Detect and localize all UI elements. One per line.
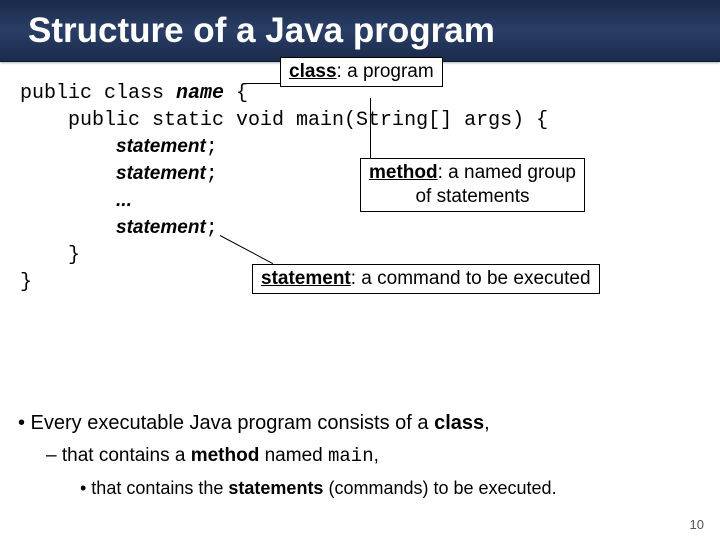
code-l4c: ; [206, 163, 218, 186]
callout-class-kw: class [289, 61, 337, 82]
callout-statement: statement: a command to be executed [252, 264, 600, 294]
code-stmt2: statement [116, 163, 206, 184]
code-l6c: ; [206, 217, 218, 240]
b2-text2: named [259, 445, 328, 466]
connector-class [246, 83, 280, 84]
callout-method-txt2: of statements [415, 186, 529, 207]
b1-comma: , [484, 412, 490, 434]
code-name: name [176, 82, 224, 105]
b3-bold: statements [228, 478, 323, 498]
code-stmt1: statement [116, 136, 206, 157]
bullet-3: • that contains the statements (commands… [80, 476, 702, 500]
code-l3c: ; [206, 136, 218, 159]
code-stmt3: statement [116, 217, 206, 238]
slide-title: Structure of a Java program [28, 11, 495, 51]
code-l1c: { [224, 82, 248, 105]
callout-method-kw: method [369, 162, 438, 183]
code-l5a [20, 190, 116, 213]
callout-class: class: a program [280, 57, 443, 87]
connector-method [370, 98, 371, 158]
code-l3a [20, 136, 116, 159]
title-bar: Structure of a Java program [0, 0, 720, 62]
code-l4a [20, 163, 116, 186]
code-l8: } [20, 271, 32, 294]
code-l6a [20, 217, 116, 240]
bullet-list: • Every executable Java program consists… [18, 410, 702, 500]
b2-bold: method [191, 445, 260, 466]
code-l1a: public class [20, 82, 176, 105]
b3-text1: • that contains the [80, 478, 228, 498]
callout-method: method: a named group of statements [360, 158, 585, 212]
b3-text2: (commands) to be executed. [323, 478, 556, 498]
callout-statement-kw: statement [261, 268, 351, 289]
b2-text1: – that contains a [46, 445, 191, 466]
slide-content: public class name { public static void m… [0, 62, 720, 296]
b1-bold: class [434, 412, 484, 434]
b1-text: • Every executable Java program consists… [18, 412, 434, 434]
code-l7: } [20, 244, 80, 267]
code-dots: ... [116, 190, 132, 211]
bullet-2: – that contains a method named main, [46, 443, 702, 470]
bullet-1: • Every executable Java program consists… [18, 410, 702, 437]
callout-method-txt1: : a named group [438, 162, 576, 183]
page-number: 10 [690, 517, 704, 532]
callout-class-txt: : a program [337, 61, 434, 82]
callout-statement-txt: : a command to be executed [351, 268, 591, 289]
b2-comma: , [374, 445, 379, 466]
b2-mono: main [328, 445, 374, 467]
code-l2: public static void main(String[] args) { [20, 109, 548, 132]
